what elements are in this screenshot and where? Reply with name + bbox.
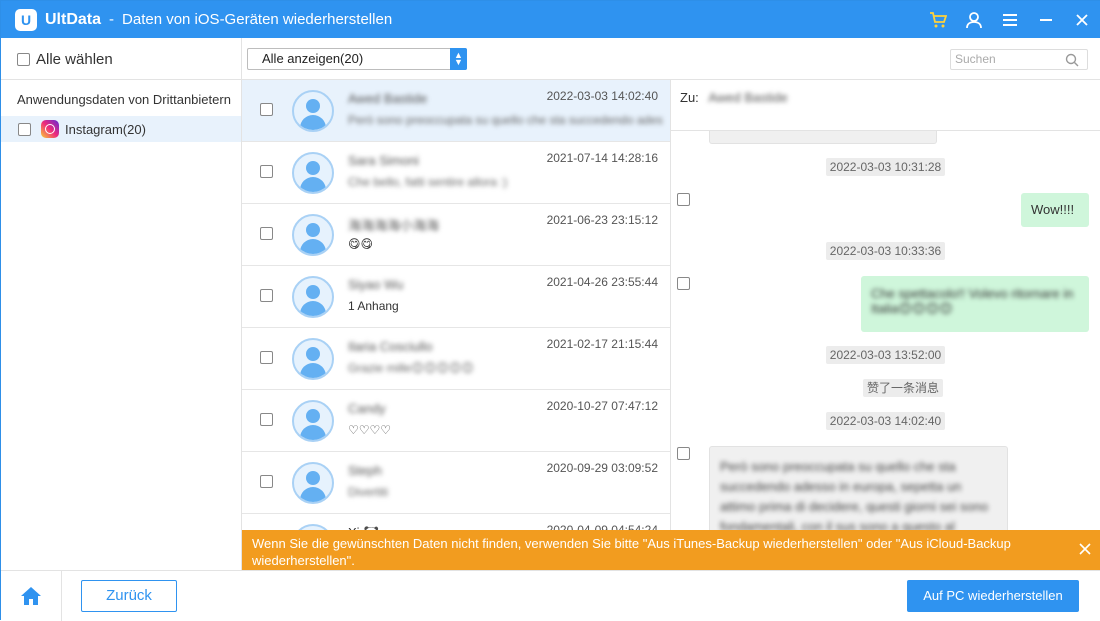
- instagram-icon: [41, 120, 59, 138]
- timestamp: 2022-03-03 13:52:00: [826, 346, 945, 364]
- message-checkbox[interactable]: [677, 193, 690, 206]
- ultdata-logo-icon: U: [15, 8, 37, 31]
- close-icon[interactable]: [1073, 11, 1091, 29]
- system-notice: 赞了一条消息: [863, 379, 943, 397]
- avatar-icon: [292, 90, 334, 132]
- contact-name: Ilaria Cosciullo: [348, 339, 433, 354]
- divider: [1, 79, 242, 80]
- recipient-header: Zu: Awed Bastide: [671, 80, 1100, 131]
- recipient-name: Awed Bastide: [708, 90, 788, 105]
- conversation-row[interactable]: Candy 2020-10-27 07:47:12 ♡♡♡♡: [242, 390, 670, 452]
- conversation-row[interactable]: Awed Bastide 2022-03-03 14:02:40 Però sono…: [242, 80, 670, 142]
- message-preview: Però sono preoccupata su quello che sta …: [348, 113, 663, 127]
- conversation-checkbox[interactable]: [260, 351, 273, 364]
- sidebar-item-label: Instagram(20): [65, 121, 146, 137]
- avatar-icon: [292, 152, 334, 194]
- message-time: 2020-09-29 03:09:52: [546, 461, 658, 475]
- app-window: U UltData - Daten von iOS-Geräten wieder…: [0, 0, 1100, 621]
- select-all[interactable]: Alle wählen: [17, 51, 113, 68]
- back-button[interactable]: Zurück: [81, 580, 177, 612]
- restore-to-pc-button[interactable]: Auf PC wiederherstellen: [907, 580, 1079, 612]
- conversation-checkbox[interactable]: [260, 227, 273, 240]
- title-separator: -: [109, 11, 115, 28]
- message-text: Però sono preoccupata su quello che sta …: [720, 459, 989, 534]
- conversation-row[interactable]: Siyao Wu 2021-04-26 23:55:44 1 Anhang: [242, 266, 670, 328]
- message-bubble-outgoing: Che spettacolo!! Volevo ritornare in Ita…: [861, 276, 1089, 332]
- message-preview: Divertiti: [348, 485, 389, 499]
- conversation-row[interactable]: Ilaria Cosciullo 2021-02-17 21:15:44 Grazi…: [242, 328, 670, 390]
- contact-name: Awed Bastide: [348, 91, 428, 106]
- hint-banner: Wenn Sie die gewünschten Daten nicht fin…: [242, 530, 1100, 570]
- message-checkbox[interactable]: [677, 447, 690, 460]
- avatar-icon: [292, 276, 334, 318]
- message-time: 2021-07-14 14:28:16: [546, 151, 658, 165]
- toolbar: Alle anzeigen(20) ▲ ▼ Suchen: [242, 38, 1100, 80]
- message-text: Che spettacolo!! Volevo ritornare in Ita…: [871, 286, 1074, 316]
- search-icon[interactable]: [1065, 53, 1079, 67]
- avatar-icon: [292, 214, 334, 256]
- search-placeholder: Suchen: [955, 52, 996, 66]
- chat-pane: Zu: Awed Bastide 2022-03-03 10:31:28 Wow…: [671, 80, 1100, 570]
- contact-name: Candy: [348, 401, 386, 416]
- menu-icon[interactable]: [1001, 11, 1019, 29]
- instagram-checkbox[interactable]: [18, 122, 31, 136]
- home-icon: [21, 587, 41, 605]
- avatar-icon: [292, 338, 334, 380]
- user-icon[interactable]: [965, 11, 983, 29]
- cart-icon[interactable]: [929, 11, 947, 29]
- chevron-updown-icon[interactable]: ▲ ▼: [450, 48, 467, 70]
- message-preview: 😋😋: [348, 237, 374, 251]
- contact-name: Sara Simoni: [348, 153, 419, 168]
- timestamp: 2022-03-03 14:02:40: [826, 412, 945, 430]
- message-time: 2021-04-26 23:55:44: [546, 275, 658, 289]
- message-time: 2021-06-23 23:15:12: [546, 213, 658, 227]
- conversation-checkbox[interactable]: [260, 103, 273, 116]
- conversation-checkbox[interactable]: [260, 413, 273, 426]
- message-checkbox[interactable]: [677, 277, 690, 290]
- app-name: UltData: [45, 10, 102, 28]
- titlebar-controls: [929, 1, 1091, 38]
- minimize-icon[interactable]: [1037, 11, 1055, 29]
- avatar-icon: [292, 400, 334, 442]
- message-preview: Grazie mille😊😊😊😊😊: [348, 361, 474, 375]
- message-time: 2022-03-03 14:02:40: [546, 89, 658, 103]
- conversation-row[interactable]: Sara Simoni 2021-07-14 14:28:16 Che bello,…: [242, 142, 670, 204]
- contact-name: 海海海海小海海: [348, 218, 440, 233]
- category-label: Anwendungsdaten von Drittanbietern: [17, 92, 231, 107]
- select-all-label: Alle wählen: [36, 51, 113, 68]
- filter-select[interactable]: Alle anzeigen(20) ▲ ▼: [247, 48, 467, 70]
- message-preview: ♡♡♡♡: [348, 423, 392, 437]
- filter-select-value: Alle anzeigen(20): [262, 51, 364, 66]
- conversation-checkbox[interactable]: [260, 289, 273, 302]
- sidebar-item-instagram[interactable]: Instagram(20): [1, 116, 241, 142]
- message-bubble-outgoing: Wow!!!!: [1021, 193, 1089, 227]
- message-preview: Che bello, fatti sentire allora :): [348, 175, 508, 189]
- timestamp: 2022-03-03 10:31:28: [826, 158, 945, 176]
- close-banner-icon[interactable]: [1078, 542, 1092, 556]
- conversation-row[interactable]: 海海海海小海海 2021-06-23 23:15:12 😋😋: [242, 204, 670, 266]
- to-label: Zu:: [680, 90, 699, 105]
- footer: Zurück Auf PC wiederherstellen: [1, 570, 1100, 621]
- sidebar: Alle wählen Anwendungsdaten von Drittanb…: [1, 38, 242, 570]
- title-bar: U UltData - Daten von iOS-Geräten wieder…: [1, 1, 1100, 38]
- contact-name: Siyao Wu: [348, 277, 404, 292]
- search-input[interactable]: Suchen: [950, 49, 1088, 70]
- hint-text: Wenn Sie die gewünschten Daten nicht fin…: [252, 536, 1011, 568]
- timestamp: 2022-03-03 10:33:36: [826, 242, 945, 260]
- home-button[interactable]: [1, 571, 62, 621]
- avatar-icon: [292, 462, 334, 504]
- conversation-list: Awed Bastide 2022-03-03 14:02:40 Però sono…: [242, 80, 671, 570]
- message-time: 2021-02-17 21:15:44: [546, 337, 658, 351]
- conversation-row[interactable]: Steph 2020-09-29 03:09:52 Divertiti: [242, 452, 670, 514]
- conversation-checkbox[interactable]: [260, 475, 273, 488]
- conversation-checkbox[interactable]: [260, 165, 273, 178]
- select-all-checkbox[interactable]: [17, 53, 30, 66]
- window-title: Daten von iOS-Geräten wiederherstellen: [122, 11, 393, 28]
- contact-name: Steph: [348, 463, 382, 478]
- message-preview: 1 Anhang: [348, 299, 399, 313]
- message-time: 2020-10-27 07:47:12: [546, 399, 658, 413]
